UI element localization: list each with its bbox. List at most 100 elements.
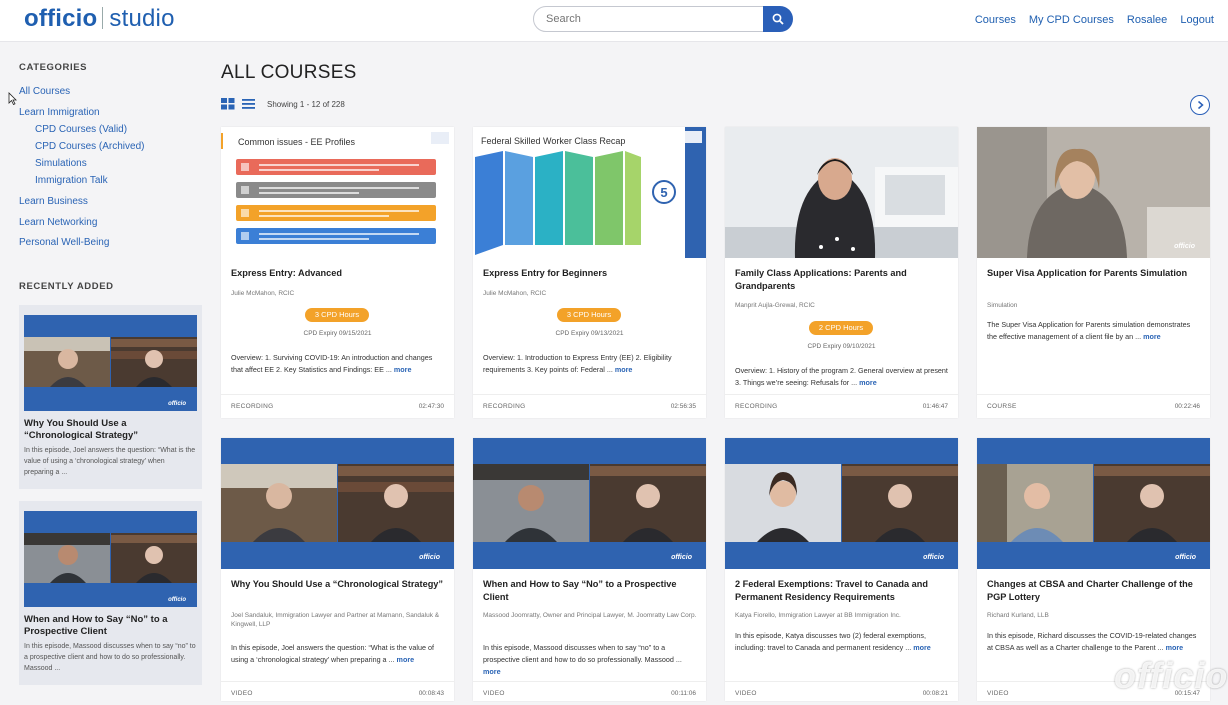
cpd-hours-badge: 3 CPD Hours [305, 308, 369, 322]
category-cpd-valid[interactable]: CPD Courses (Valid) [35, 124, 127, 135]
category-learn-networking[interactable]: Learn Networking [19, 217, 97, 228]
course-card[interactable]: Federal Skilled Worker Class Recap 5 Exp… [473, 127, 706, 418]
search-button[interactable] [763, 6, 793, 32]
categories-heading: CATEGORIES [19, 62, 88, 73]
more-link[interactable]: more [483, 667, 501, 676]
course-overview: In this episode, Massood discusses when … [483, 642, 698, 678]
recent-thumbnail[interactable]: officio [24, 511, 197, 607]
course-title[interactable]: When and How to Say “No” to a Prospectiv… [483, 578, 698, 604]
course-card[interactable]: Common issues - EE Profiles Express Entr… [221, 127, 454, 418]
course-thumbnail[interactable]: officio [473, 438, 706, 569]
course-thumbnail[interactable]: officio [977, 438, 1210, 569]
course-title[interactable]: Super Visa Application for Parents Simul… [987, 267, 1202, 280]
course-type: RECORDING [231, 403, 274, 410]
recent-item[interactable]: officio Why You Should Use a “Chronologi… [19, 305, 202, 489]
course-duration: 00:11:06 [671, 690, 696, 697]
video-thumbnail-image: officio [725, 438, 958, 569]
overview-text: In this episode, Katya discusses two (2)… [735, 631, 926, 652]
course-author: Simulation [987, 302, 1018, 309]
sidebar: CATEGORIES All Courses Learn Immigration… [0, 43, 210, 701]
video-brand-text: officio [419, 554, 441, 561]
recent-title[interactable]: Why You Should Use a “Chronological Stra… [24, 418, 196, 442]
course-title[interactable]: Why You Should Use a “Chronological Stra… [231, 578, 446, 591]
more-link[interactable]: more [1143, 332, 1161, 341]
course-overview: In this episode, Joel answers the questi… [231, 642, 446, 666]
category-personal-well-being[interactable]: Personal Well-Being [19, 237, 109, 248]
course-card[interactable]: Family Class Applications: Parents and G… [725, 127, 958, 418]
search-bar [533, 6, 793, 32]
slide-thumbnail-image: Common issues - EE Profiles [221, 127, 454, 258]
overview-text: Overview: 1. History of the program 2. G… [735, 366, 948, 387]
video-brand-text: officio [671, 554, 693, 561]
recent-thumbnail[interactable]: officio [24, 315, 197, 411]
course-thumbnail[interactable]: officio [977, 127, 1210, 258]
more-link[interactable]: more [859, 378, 877, 387]
course-type: VIDEO [483, 690, 505, 697]
list-view-icon[interactable] [242, 98, 255, 110]
course-thumbnail[interactable]: Federal Skilled Worker Class Recap 5 [473, 127, 706, 258]
course-title[interactable]: Changes at CBSA and Charter Challenge of… [987, 578, 1202, 604]
course-overview: The Super Visa Application for Parents s… [987, 319, 1202, 343]
chevron-right-icon [1198, 100, 1204, 110]
top-nav: Courses My CPD Courses Rosalee Logout [965, 14, 1214, 26]
card-footer: RECORDING 02:47:30 [221, 394, 454, 418]
officio-watermark: officio [1114, 655, 1228, 696]
course-author: Massood Joomratty, Owner and Principal L… [483, 612, 697, 619]
search-input[interactable] [533, 6, 767, 32]
category-learn-business[interactable]: Learn Business [19, 196, 88, 207]
more-link[interactable]: more [615, 365, 633, 374]
course-type: RECORDING [735, 403, 778, 410]
logo-brand: officio [24, 5, 98, 32]
search-icon [772, 13, 784, 25]
category-simulations[interactable]: Simulations [35, 158, 87, 169]
course-title[interactable]: 2 Federal Exemptions: Travel to Canada a… [735, 578, 950, 604]
course-card[interactable]: officio When and How to Say “No” to a Pr… [473, 438, 706, 701]
cpd-hours-badge: 2 CPD Hours [809, 321, 873, 335]
video-brand-text: officio [1174, 243, 1196, 250]
course-card[interactable]: officio Super Visa Application for Paren… [977, 127, 1210, 418]
more-link[interactable]: more [1166, 643, 1184, 652]
overview-text: Overview: 1. Introduction to Express Ent… [483, 353, 672, 374]
category-immigration-talk[interactable]: Immigration Talk [35, 175, 108, 186]
more-link[interactable]: more [913, 643, 931, 652]
nav-courses[interactable]: Courses [975, 14, 1016, 26]
cpd-expiry: CPD Expiry 09/10/2021 [807, 343, 876, 350]
grid-view-icon[interactable] [221, 98, 235, 110]
recent-item[interactable]: officio When and How to Say “No” to a Pr… [19, 501, 202, 685]
course-author: Julie McMahon, RCIC [231, 290, 295, 297]
more-link[interactable]: more [397, 655, 415, 664]
next-page-button[interactable] [1190, 95, 1210, 115]
course-type: COURSE [987, 403, 1017, 410]
course-card[interactable]: officio Why You Should Use a “Chronologi… [221, 438, 454, 701]
video-thumbnail-image: officio [24, 511, 197, 607]
course-title[interactable]: Express Entry: Advanced [231, 267, 446, 280]
course-overview: Overview: 1. History of the program 2. G… [735, 365, 950, 389]
course-thumbnail[interactable] [725, 127, 958, 258]
officio-studio-logo[interactable]: officio studio [24, 5, 175, 33]
more-link[interactable]: more [394, 365, 412, 374]
course-duration: 02:47:30 [418, 403, 444, 410]
category-all-courses[interactable]: All Courses [19, 86, 70, 97]
nav-my-cpd-courses[interactable]: My CPD Courses [1029, 14, 1114, 26]
course-thumbnail[interactable]: officio [725, 438, 958, 569]
course-author: Joel Sandaluk, Immigration Lawyer and Pa… [231, 612, 440, 628]
course-overview: In this episode, Katya discusses two (2)… [735, 630, 950, 654]
course-thumbnail[interactable]: Common issues - EE Profiles [221, 127, 454, 258]
course-title[interactable]: Express Entry for Beginners [483, 267, 698, 280]
course-type: VIDEO [735, 690, 757, 697]
course-overview: Overview: 1. Introduction to Express Ent… [483, 352, 698, 376]
category-learn-immigration[interactable]: Learn Immigration [19, 107, 100, 118]
nav-user[interactable]: Rosalee [1127, 14, 1167, 26]
category-cpd-archived[interactable]: CPD Courses (Archived) [35, 141, 144, 152]
recent-description: In this episode, Massood discusses when … [24, 643, 196, 672]
course-overview: Overview: 1. Surviving COVID-19: An intr… [231, 352, 446, 376]
cursor-icon [8, 92, 17, 105]
course-author: Richard Kurland, LLB [987, 612, 1049, 619]
cpd-expiry: CPD Expiry 09/13/2021 [555, 330, 624, 337]
course-title[interactable]: Family Class Applications: Parents and G… [735, 267, 950, 293]
course-card[interactable]: officio 2 Federal Exemptions: Travel to … [725, 438, 958, 701]
recent-title[interactable]: When and How to Say “No” to a Prospectiv… [24, 614, 196, 638]
nav-logout[interactable]: Logout [1180, 14, 1214, 26]
course-thumbnail[interactable]: officio [221, 438, 454, 569]
logo-product: studio [109, 5, 175, 32]
